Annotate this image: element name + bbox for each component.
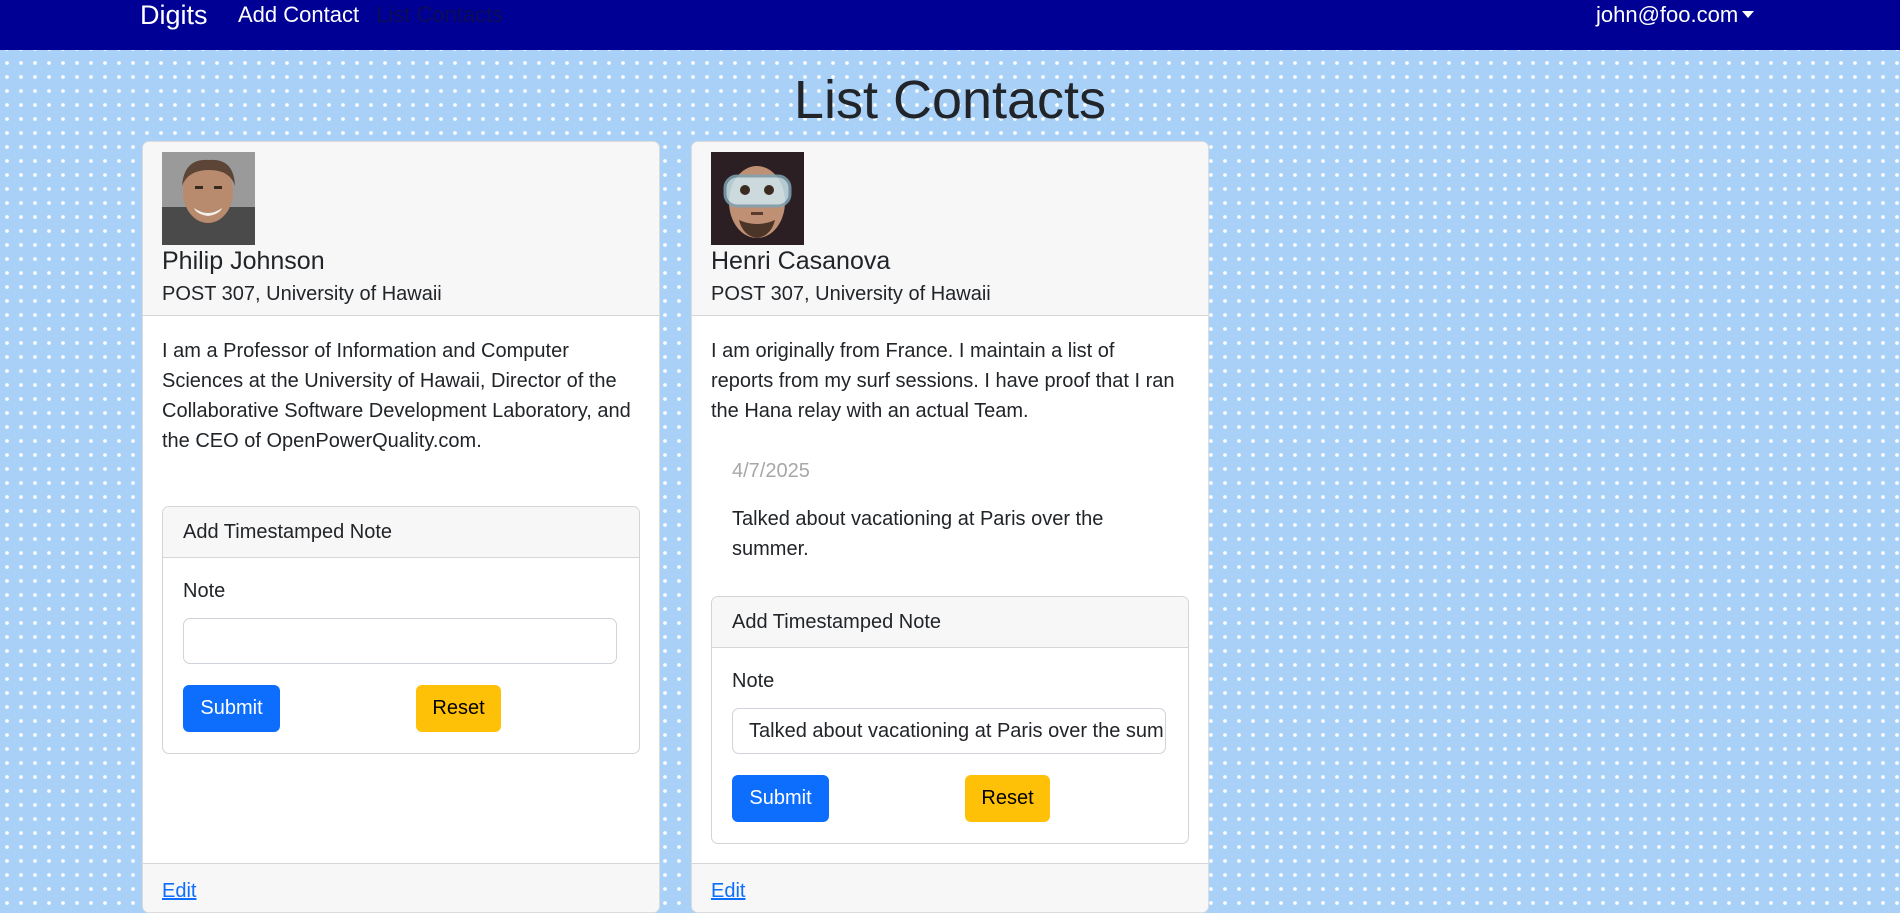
card-header: Henri Casanova POST 307, University of H… <box>692 142 1208 316</box>
add-note-form: Add Timestamped Note Note Submit Reset <box>162 506 640 754</box>
contact-name: Henri Casanova <box>711 247 891 275</box>
note-label: Note <box>183 580 226 602</box>
edit-link[interactable]: Edit <box>162 878 196 904</box>
brand-link[interactable]: Digits <box>140 0 208 30</box>
caret-down-icon <box>1742 11 1755 18</box>
submit-button[interactable]: Submit <box>183 685 280 732</box>
add-note-form: Add Timestamped Note Note Talked about v… <box>711 596 1189 844</box>
nav-list-contacts[interactable]: List Contacts <box>376 3 503 27</box>
note-input[interactable]: Talked about vacationing at Paris over t… <box>732 708 1166 754</box>
reset-button[interactable]: Reset <box>965 775 1050 822</box>
note-text: Talked about vacationing at Paris over t… <box>732 508 1104 560</box>
submit-button[interactable]: Submit <box>732 775 829 822</box>
edit-link[interactable]: Edit <box>711 878 745 904</box>
user-dropdown[interactable]: john@foo.com <box>1596 2 1755 27</box>
contact-address: POST 307, University of Hawaii <box>711 283 991 305</box>
contact-name: Philip Johnson <box>162 247 325 275</box>
contact-card: Philip Johnson POST 307, University of H… <box>142 141 660 913</box>
form-title: Add Timestamped Note <box>712 597 1188 648</box>
contact-address: POST 307, University of Hawaii <box>162 283 442 305</box>
avatar <box>711 152 804 245</box>
contact-description: I am originally from France. I maintain … <box>711 340 1175 422</box>
note-input[interactable] <box>183 618 617 664</box>
contact-description: I am a Professor of Information and Comp… <box>162 340 631 452</box>
nav-add-contact[interactable]: Add Contact <box>238 3 359 27</box>
card-header: Philip Johnson POST 307, University of H… <box>143 142 659 316</box>
avatar <box>162 152 255 245</box>
top-navbar: Digits Add Contact List Contacts john@fo… <box>0 0 1900 50</box>
note-timestamp: 4/7/2025 <box>732 460 810 482</box>
note-label: Note <box>732 670 775 692</box>
user-email: john@foo.com <box>1596 2 1739 27</box>
form-title: Add Timestamped Note <box>163 507 639 558</box>
contact-card: Henri Casanova POST 307, University of H… <box>691 141 1209 913</box>
reset-button[interactable]: Reset <box>416 685 501 732</box>
page-title: List Contacts <box>793 70 1107 130</box>
